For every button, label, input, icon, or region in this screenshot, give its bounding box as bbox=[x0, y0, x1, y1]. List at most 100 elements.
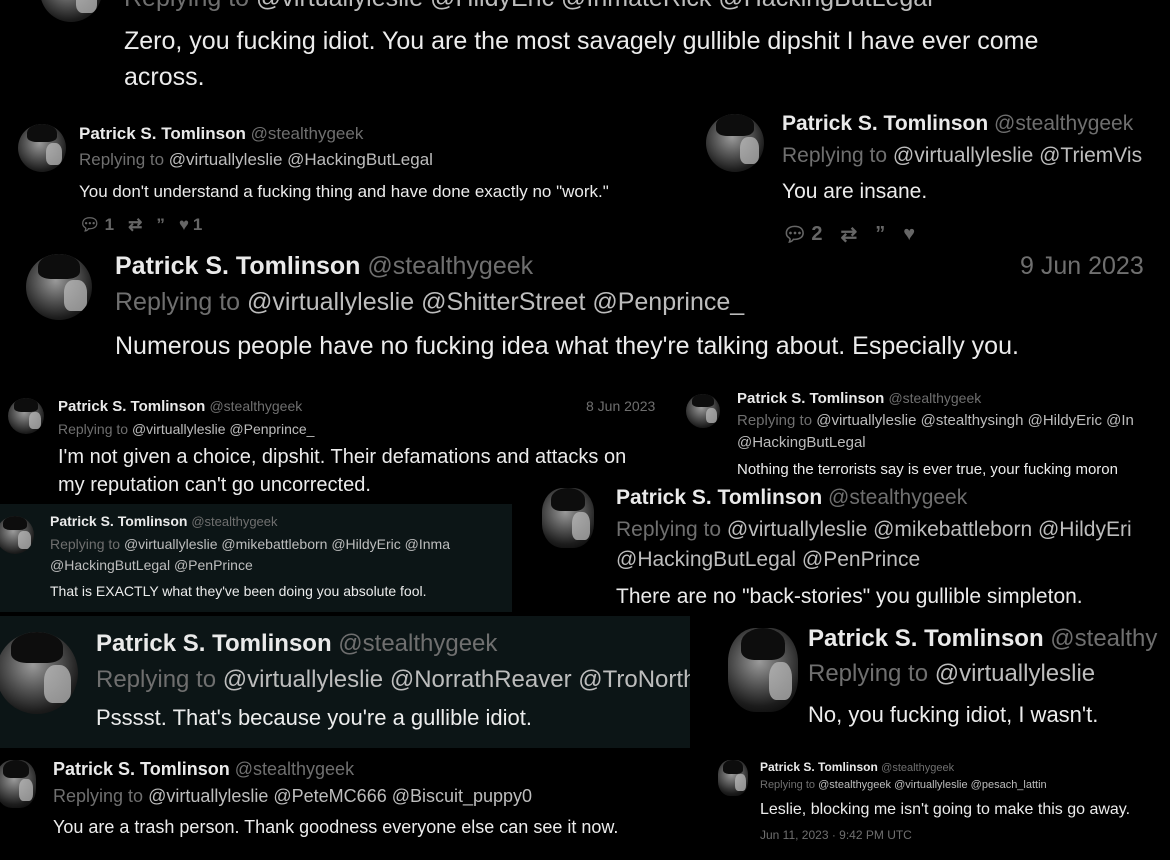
replying-label: Replying to bbox=[50, 536, 121, 552]
retweet-button[interactable]: ⇄ bbox=[128, 215, 142, 235]
display-name[interactable]: Patrick S. Tomlinson bbox=[96, 630, 332, 657]
tweet-header: Patrick S. Tomlinson @stealthygeek bbox=[616, 486, 967, 510]
tweet-timestamp[interactable]: Jun 11, 2023 · 9:42 PM UTC bbox=[760, 828, 912, 842]
tweet-header: Patrick S. Tomlinson @stealthygeek bbox=[96, 630, 497, 658]
user-handle[interactable]: @stealthygeek bbox=[888, 390, 981, 406]
tweet-text: I'm not given a choice, dipshit. Their d… bbox=[58, 446, 627, 468]
like-count: 1 bbox=[192, 215, 203, 234]
mention-links[interactable]: @stealthygeek @virtuallyleslie @pesach_l… bbox=[818, 779, 1047, 791]
tweet-header: Patrick S. Tomlinson @stealthygeek bbox=[737, 390, 981, 407]
replying-label: Replying to bbox=[96, 666, 217, 693]
user-handle[interactable]: @stealthygeek bbox=[828, 486, 967, 509]
like-button[interactable]: ♥ 1 bbox=[179, 215, 203, 235]
mention-links[interactable]: @virtuallyleslie @stealthysingh @HildyEr… bbox=[816, 412, 1134, 429]
mention-links[interactable]: @HackingButLegal @PenPrince bbox=[50, 557, 253, 573]
quote-button[interactable]: ” bbox=[156, 215, 165, 235]
tweet-text: Leslie, blocking me isn't going to make … bbox=[760, 801, 1131, 818]
tweet-card: Replying to @virtuallyleslie @HildyEric … bbox=[0, 0, 1170, 112]
mention-links[interactable]: @virtuallyleslie @HackingButLegal bbox=[169, 150, 433, 169]
mention-links[interactable]: @virtuallyleslie @mikebattleborn @HildyE… bbox=[727, 518, 1132, 541]
replying-to: Replying to @virtuallyleslie bbox=[808, 660, 1095, 688]
replying-label: Replying to bbox=[737, 412, 813, 429]
replying-label: Replying to bbox=[58, 421, 129, 437]
tweet-date[interactable]: 8 Jun 2023 bbox=[586, 398, 655, 414]
avatar[interactable] bbox=[728, 628, 798, 712]
heart-icon: ♥ bbox=[903, 223, 916, 245]
display-name[interactable]: Patrick S. Tomlinson bbox=[50, 513, 187, 529]
avatar[interactable] bbox=[706, 114, 764, 172]
avatar[interactable] bbox=[8, 398, 44, 434]
tweet-card: Patrick S. Tomlinson @stealthygeek Reply… bbox=[0, 112, 690, 250]
mention-links[interactable]: @virtuallyleslie @PeteMC666 @Biscuit_pup… bbox=[148, 786, 532, 806]
mention-links[interactable]: @virtuallyleslie @ShitterStreet @Penprin… bbox=[247, 288, 744, 316]
tweet-actions: 💬︎ 1 ⇄ ” ♥ 1 bbox=[79, 215, 202, 235]
user-handle[interactable]: @stealthygeek bbox=[251, 124, 364, 143]
tweet-header: Patrick S. Tomlinson @stealthygeek bbox=[50, 513, 278, 529]
avatar[interactable] bbox=[718, 760, 748, 796]
mention-links[interactable]: @virtuallyleslie @Penprince_ bbox=[132, 421, 315, 437]
tweet-date[interactable]: 9 Jun 2023 bbox=[1020, 252, 1144, 281]
replying-to: Replying to @virtuallyleslie @stealthysi… bbox=[737, 412, 1134, 429]
tweet-card: Patrick S. Tomlinson @stealthygeek 9 Jun… bbox=[0, 244, 1170, 374]
replying-label: Replying to bbox=[53, 786, 144, 806]
tweet-header: Patrick S. Tomlinson @stealthygeek bbox=[79, 124, 363, 144]
tweet-text: Zero, you fucking idiot. You are the mos… bbox=[124, 27, 1039, 55]
avatar[interactable] bbox=[0, 632, 78, 714]
tweet-header: Patrick S. Tomlinson @stealthygeek bbox=[53, 759, 354, 780]
mention-links[interactable]: @virtuallyleslie @mikebattleborn @HildyE… bbox=[124, 536, 450, 552]
display-name[interactable]: Patrick S. Tomlinson bbox=[760, 760, 878, 774]
user-handle[interactable]: @stealthygeek bbox=[235, 759, 354, 779]
tweet-card: Patrick S. Tomlinson @stealthygeek Reply… bbox=[0, 748, 700, 860]
user-handle[interactable]: @stealthygeek bbox=[209, 398, 302, 414]
user-handle[interactable]: @stealthygeek bbox=[367, 252, 533, 280]
display-name[interactable]: Patrick S. Tomlinson bbox=[58, 398, 205, 415]
replying-to: Replying to @stealthygeek @virtuallylesl… bbox=[760, 779, 1047, 791]
replying-label: Replying to bbox=[124, 0, 249, 12]
display-name[interactable]: Patrick S. Tomlinson bbox=[782, 112, 988, 135]
mention-links[interactable]: @virtuallyleslie @TriemVis bbox=[893, 144, 1142, 167]
mention-links[interactable]: @HackingButLegal @PenPrince bbox=[616, 548, 920, 571]
display-name[interactable]: Patrick S. Tomlinson bbox=[115, 252, 360, 280]
mention-links[interactable]: @HackingButLegal bbox=[737, 434, 866, 451]
display-name[interactable]: Patrick S. Tomlinson bbox=[53, 759, 230, 779]
replying-to: Replying to @virtuallyleslie @HildyEric … bbox=[124, 0, 933, 13]
avatar[interactable] bbox=[18, 124, 66, 172]
tweet-card: Patrick S. Tomlinson @stealthygeek Reply… bbox=[690, 100, 1170, 250]
avatar[interactable] bbox=[26, 254, 92, 320]
replying-to: Replying to @virtuallyleslie @mikebattle… bbox=[50, 536, 450, 552]
avatar[interactable] bbox=[542, 488, 594, 548]
quote-icon: ” bbox=[875, 223, 886, 245]
replying-to: Replying to @virtuallyleslie @HackingBut… bbox=[79, 150, 433, 170]
mention-links[interactable]: @virtuallyleslie @HildyEric @InmateRick … bbox=[256, 0, 933, 12]
avatar[interactable] bbox=[0, 516, 34, 554]
user-handle[interactable]: @stealthygeek bbox=[994, 112, 1133, 135]
user-handle[interactable]: @stealthygeek bbox=[191, 514, 277, 529]
display-name[interactable]: Patrick S. Tomlinson bbox=[737, 390, 884, 407]
avatar[interactable] bbox=[40, 0, 102, 22]
reply-button[interactable]: 💬︎ 1 bbox=[79, 215, 114, 235]
replying-label: Replying to bbox=[616, 518, 722, 541]
mention-links[interactable]: @virtuallyleslie @NorrathReaver @TroNort… bbox=[223, 666, 690, 693]
tweet-header: Patrick S. Tomlinson @stealthygeek bbox=[760, 760, 954, 774]
tweet-text: Psssst. That's because you're a gullible… bbox=[96, 705, 533, 730]
display-name[interactable]: Patrick S. Tomlinson bbox=[616, 486, 822, 509]
mention-links[interactable]: @virtuallyleslie bbox=[935, 660, 1095, 687]
user-handle[interactable]: @stealthy bbox=[1050, 625, 1157, 652]
reply-count: 1 bbox=[104, 215, 115, 234]
user-handle[interactable]: @stealthygeek bbox=[338, 630, 497, 657]
replying-label: Replying to bbox=[782, 144, 888, 167]
avatar[interactable] bbox=[686, 394, 720, 428]
display-name[interactable]: Patrick S. Tomlinson bbox=[808, 625, 1044, 652]
replying-to: Replying to @virtuallyleslie @TriemVis bbox=[782, 144, 1142, 168]
tweet-text: No, you fucking idiot, I wasn't. bbox=[808, 702, 1099, 727]
user-handle[interactable]: @stealthygeek bbox=[881, 762, 954, 774]
display-name[interactable]: Patrick S. Tomlinson bbox=[79, 124, 246, 143]
quote-icon: ” bbox=[156, 215, 165, 234]
replying-label: Replying to bbox=[115, 288, 241, 316]
reply-count: 2 bbox=[811, 223, 823, 245]
tweet-card: Patrick S. Tomlinson @stealthygeek Reply… bbox=[678, 382, 1170, 486]
tweet-text: across. bbox=[124, 63, 205, 91]
tweet-text: Nothing the terrorists say is ever true,… bbox=[737, 461, 1118, 478]
avatar[interactable] bbox=[0, 760, 36, 808]
tweet-header: Patrick S. Tomlinson @stealthygeek bbox=[115, 252, 533, 281]
